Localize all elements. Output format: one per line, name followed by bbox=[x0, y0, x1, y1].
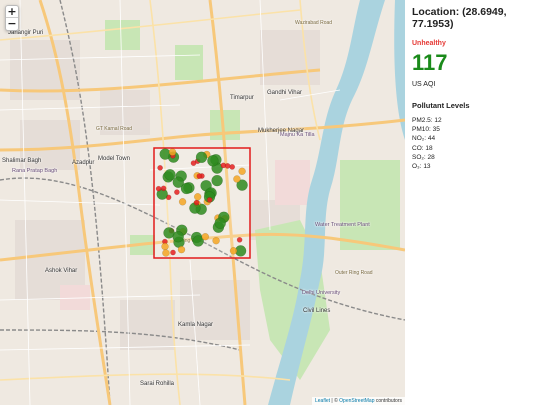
aqi-marker-unhealthy[interactable] bbox=[157, 164, 163, 171]
map-attribution: Leaflet | © OpenStreetMap contributors bbox=[312, 397, 405, 405]
info-panel: Location: (28.6949, 77.1953) Unhealthy 1… bbox=[405, 0, 540, 405]
aqi-marker-unhealthy[interactable] bbox=[190, 160, 197, 166]
location-title: Location: (28.6949, 77.1953) bbox=[412, 6, 507, 30]
aqi-marker-unhealthy[interactable] bbox=[174, 189, 180, 195]
aqi-overlay bbox=[153, 147, 251, 259]
aqi-marker-moderate[interactable] bbox=[178, 198, 187, 206]
aqi-marker-moderate[interactable] bbox=[229, 247, 238, 255]
aqi-marker-moderate[interactable] bbox=[161, 242, 169, 251]
aqi-marker-moderate[interactable] bbox=[212, 236, 220, 245]
aqi-marker-good[interactable] bbox=[214, 217, 226, 229]
aqi-marker-unhealthy[interactable] bbox=[236, 236, 243, 243]
aqi-marker-moderate[interactable] bbox=[233, 175, 241, 183]
aqi-marker-good[interactable] bbox=[172, 230, 184, 243]
aqi-marker-unhealthy[interactable] bbox=[193, 199, 200, 206]
aqi-marker-moderate[interactable] bbox=[162, 249, 170, 257]
aqi-marker-moderate[interactable] bbox=[238, 167, 246, 176]
pollutant-so2: SO₂: 28 bbox=[412, 153, 435, 161]
aqi-marker-unhealthy[interactable] bbox=[229, 164, 235, 170]
aqi-marker-good[interactable] bbox=[211, 174, 223, 187]
aqi-marker-good[interactable] bbox=[195, 151, 208, 164]
map-view[interactable]: Jahangir Puri Model Town Azadpur Shalimar B… bbox=[0, 0, 405, 405]
aqi-marker-moderate[interactable] bbox=[168, 148, 177, 156]
pollutant-o3: O₃: 13 bbox=[412, 163, 431, 171]
aqi-value: 117 bbox=[412, 50, 448, 75]
leaflet-link[interactable]: Leaflet bbox=[315, 398, 330, 404]
aqi-marker-unhealthy[interactable] bbox=[170, 249, 176, 256]
aqi-marker-unhealthy[interactable] bbox=[160, 185, 167, 192]
aqi-marker-unhealthy[interactable] bbox=[155, 185, 162, 192]
pollutant-list: PM2.5: 12 PM10: 35 NO₂: 44 CO: 18 SO₂: 2… bbox=[412, 116, 533, 171]
pollutant-pm10: PM10: 35 bbox=[412, 126, 440, 134]
zoom-out-button[interactable]: − bbox=[6, 18, 18, 30]
pollutant-heading: Pollutant Levels bbox=[412, 101, 470, 110]
aqi-status: Unhealthy bbox=[412, 40, 446, 47]
aqi-marker-good[interactable] bbox=[207, 155, 219, 167]
aqi-marker-unhealthy[interactable] bbox=[196, 173, 203, 179]
pollutant-pm25: PM2.5: 12 bbox=[412, 117, 442, 124]
aqi-marker-good[interactable] bbox=[172, 176, 185, 188]
aqi-marker-unhealthy[interactable] bbox=[224, 163, 231, 169]
aqi-marker-unhealthy[interactable] bbox=[206, 196, 213, 203]
attribution-separator: | © bbox=[330, 398, 340, 404]
zoom-control: + − bbox=[5, 5, 19, 31]
pollutant-no2: NO₂: 44 bbox=[412, 135, 436, 143]
aqi-unit: US AQI bbox=[412, 81, 436, 88]
attribution-suffix: contributors bbox=[374, 398, 402, 404]
aqi-marker-moderate[interactable] bbox=[201, 232, 210, 241]
aqi-marker-moderate[interactable] bbox=[193, 193, 202, 201]
aqi-marker-good[interactable] bbox=[159, 148, 171, 160]
pollutant-co: CO: 18 bbox=[412, 144, 433, 152]
osm-link[interactable]: OpenStreetMap bbox=[339, 398, 374, 404]
aqi-marker-moderate[interactable] bbox=[177, 245, 186, 254]
